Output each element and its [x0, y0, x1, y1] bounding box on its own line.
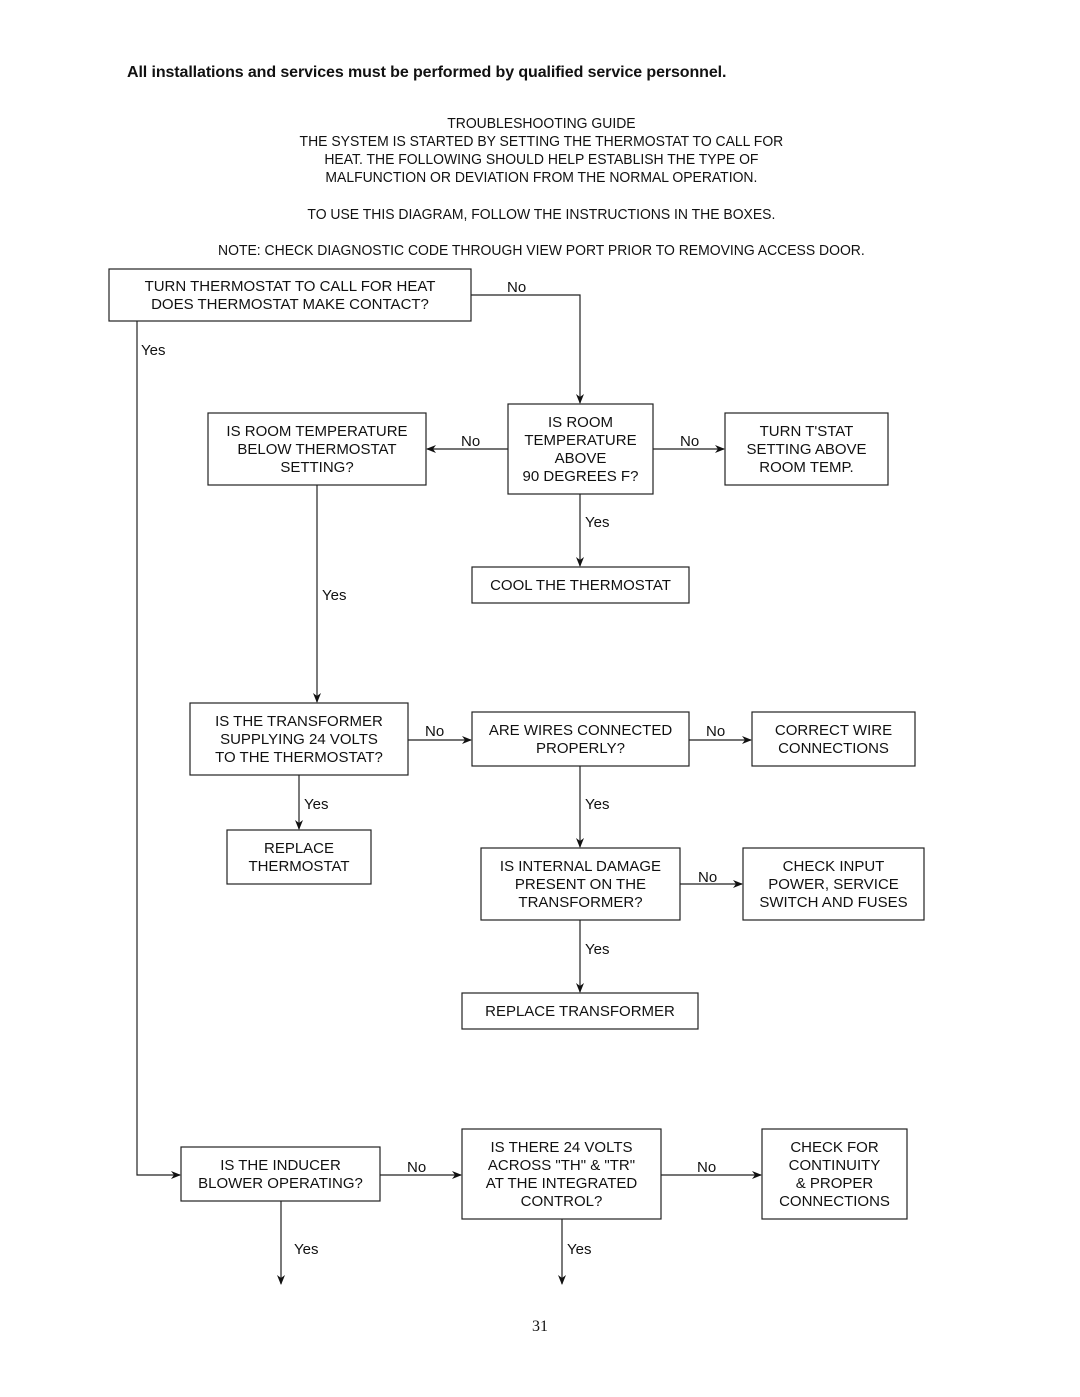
node-text-line: IS ROOM [548, 414, 613, 431]
node-text-line: AT THE INTEGRATED [486, 1175, 638, 1192]
branch-label-no: No [407, 1159, 426, 1176]
node-turn-tstat: TURN T'STATSETTING ABOVEROOM TEMP. [724, 412, 889, 486]
node-text-line: TURN T'STAT [760, 423, 854, 440]
node-wires-connected: ARE WIRES CONNECTEDPROPERLY? [471, 711, 690, 767]
branch-label-no: No [706, 723, 725, 740]
node-check-continuity: CHECK FORCONTINUITY& PROPERCONNECTIONS [761, 1128, 908, 1220]
branch-label-yes: Yes [585, 796, 609, 813]
branch-label-no: No [698, 869, 717, 886]
node-text-line: 90 DEGREES F? [523, 468, 639, 485]
branch-label-no: No [680, 433, 699, 450]
node-box [180, 1146, 381, 1202]
node-text-line: IS THE TRANSFORMER [215, 713, 383, 730]
node-text-line: SUPPLYING 24 VOLTS [220, 731, 378, 748]
node-text-line: PROPERLY? [536, 740, 625, 757]
node-box [108, 268, 472, 322]
node-text-line: IS INTERNAL DAMAGE [500, 858, 661, 875]
node-text-line: TO THE THERMOSTAT? [215, 749, 383, 766]
node-text-line: CHECK FOR [790, 1139, 879, 1156]
node-text-line: IS THE INDUCER [220, 1157, 341, 1174]
node-text-line: REPLACE TRANSFORMER [485, 1003, 675, 1020]
node-text-line: CONTROL? [521, 1193, 603, 1210]
node-text-line: ARE WIRES CONNECTED [489, 722, 673, 739]
node-text-line: CORRECT WIRE [775, 722, 892, 739]
branch-label-yes: Yes [141, 342, 165, 359]
branch-label-no: No [425, 723, 444, 740]
node-text-line: IS THERE 24 VOLTS [491, 1139, 633, 1156]
node-text-line: TRANSFORMER? [518, 894, 642, 911]
node-text-line: CONNECTIONS [779, 1193, 890, 1210]
node-text-line: BLOWER OPERATING? [198, 1175, 363, 1192]
node-transformer-24v: IS THE TRANSFORMERSUPPLYING 24 VOLTSTO T… [189, 702, 409, 776]
branch-label-yes: Yes [567, 1241, 591, 1258]
node-text-line: BELOW THERMOSTAT [237, 441, 396, 458]
start-no-connector [471, 294, 584, 404]
node-text-line: COOL THE THERMOSTAT [490, 577, 671, 594]
branch-label-yes: Yes [322, 587, 346, 604]
node-box [751, 711, 916, 767]
branch-label-no: No [507, 279, 526, 296]
node-internal-damage: IS INTERNAL DAMAGEPRESENT ON THETRANSFOR… [480, 847, 681, 921]
node-room-above-90: IS ROOMTEMPERATUREABOVE90 DEGREES F? [507, 403, 654, 495]
node-text-line: SETTING ABOVE [746, 441, 866, 458]
node-text-line: TEMPERATURE [524, 432, 636, 449]
node-text-line: ACROSS "TH" & "TR" [488, 1157, 635, 1174]
node-text-line: POWER, SERVICE [768, 876, 899, 893]
node-text-line: ROOM TEMP. [759, 459, 853, 476]
node-th-tr-24v: IS THERE 24 VOLTSACROSS "TH" & "TR"AT TH… [461, 1128, 662, 1220]
branch-label-no: No [697, 1159, 716, 1176]
node-text-line: CONNECTIONS [778, 740, 889, 757]
node-inducer: IS THE INDUCERBLOWER OPERATING? [180, 1146, 381, 1202]
branch-label-yes: Yes [585, 514, 609, 531]
branch-label-yes: Yes [304, 796, 328, 813]
node-text-line: IS ROOM TEMPERATURE [226, 423, 407, 440]
node-text-line: CHECK INPUT [783, 858, 885, 875]
branch-label-no: No [461, 433, 480, 450]
branch-label-yes: Yes [294, 1241, 318, 1258]
node-replace-transformer: REPLACE TRANSFORMER [461, 992, 699, 1030]
node-start: TURN THERMOSTAT TO CALL FOR HEATDOES THE… [108, 268, 472, 322]
node-text-line: SETTING? [280, 459, 353, 476]
node-text-line: & PROPER [796, 1175, 874, 1192]
node-text-line: SWITCH AND FUSES [759, 894, 907, 911]
node-text-line: ABOVE [555, 450, 607, 467]
start-yes-connector [136, 321, 181, 1179]
node-text-line: CONTINUITY [789, 1157, 881, 1174]
node-text-line: DOES THERMOSTAT MAKE CONTACT? [151, 296, 429, 313]
node-room-below-setting: IS ROOM TEMPERATUREBELOW THERMOSTATSETTI… [207, 412, 427, 486]
page-number: 31 [532, 1318, 548, 1335]
node-cool-thermostat: COOL THE THERMOSTAT [471, 566, 690, 604]
node-text-line: TURN THERMOSTAT TO CALL FOR HEAT [145, 278, 436, 295]
node-text-line: THERMOSTAT [248, 858, 349, 875]
branch-label-yes: Yes [585, 941, 609, 958]
node-box [226, 829, 372, 885]
node-correct-wire: CORRECT WIRECONNECTIONS [751, 711, 916, 767]
node-check-input: CHECK INPUTPOWER, SERVICESWITCH AND FUSE… [742, 847, 925, 921]
troubleshooting-flowchart: TURN THERMOSTAT TO CALL FOR HEATDOES THE… [108, 268, 925, 1335]
node-box [471, 711, 690, 767]
node-text-line: PRESENT ON THE [515, 876, 646, 893]
node-text-line: REPLACE [264, 840, 334, 857]
document-page: All installations and services must be p… [0, 0, 1080, 1397]
node-replace-thermostat: REPLACETHERMOSTAT [226, 829, 372, 885]
